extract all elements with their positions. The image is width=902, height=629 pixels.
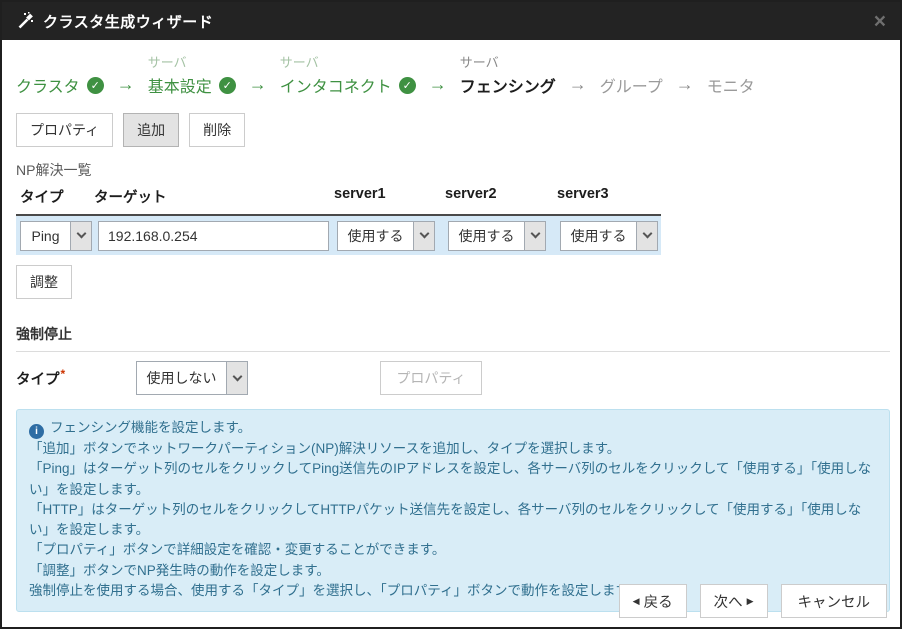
info-line: 「プロパティ」ボタンで詳細設定を確認・変更することができます。 bbox=[29, 540, 877, 560]
arrow-right-icon: → bbox=[249, 73, 267, 97]
step-sublabel: サーバ bbox=[460, 52, 556, 73]
dialog-footer: ◀ 戻る 次へ ▶ キャンセル bbox=[619, 584, 887, 618]
wizard-step-interconnect[interactable]: サーバ インタコネクト ✓ bbox=[280, 52, 416, 97]
right-triangle-icon: ▶ bbox=[747, 597, 754, 606]
col-header-server1: server1 bbox=[334, 186, 445, 207]
check-circle-icon: ✓ bbox=[399, 77, 416, 94]
np-server2-value: 使用する bbox=[449, 222, 524, 250]
np-type-select[interactable]: Ping bbox=[20, 221, 92, 251]
property-button[interactable]: プロパティ bbox=[16, 113, 113, 147]
wand-icon bbox=[16, 12, 34, 30]
np-server3-select[interactable]: 使用する bbox=[560, 221, 658, 251]
check-circle-icon: ✓ bbox=[219, 77, 236, 94]
dialog-title: クラスタ生成ウィザード bbox=[43, 11, 213, 32]
close-icon[interactable]: × bbox=[874, 11, 886, 32]
wizard-step-basic-settings[interactable]: サーバ 基本設定 ✓ bbox=[148, 52, 236, 97]
np-server3-value: 使用する bbox=[561, 222, 636, 250]
tune-button[interactable]: 調整 bbox=[16, 265, 72, 299]
wizard-step-group[interactable]: グループ bbox=[600, 52, 663, 97]
step-sublabel bbox=[707, 52, 755, 73]
wizard-step-monitor[interactable]: モニタ bbox=[707, 52, 755, 97]
step-label: インタコネクト bbox=[280, 73, 392, 97]
forced-stop-type-value: 使用しない bbox=[137, 362, 226, 394]
step-sublabel: サーバ bbox=[280, 52, 416, 73]
forced-stop-type-label: タイプ* bbox=[16, 367, 136, 389]
step-label: グループ bbox=[600, 73, 663, 97]
forced-stop-property-button[interactable]: プロパティ bbox=[380, 361, 482, 395]
col-header-server3: server3 bbox=[557, 186, 655, 207]
tune-row: 調整 bbox=[16, 265, 886, 299]
cluster-wizard-dialog: クラスタ生成ウィザード × クラスタ ✓ → サーバ 基本設定 ✓ → bbox=[0, 0, 902, 629]
step-label: 基本設定 bbox=[148, 73, 212, 97]
step-sublabel bbox=[600, 52, 663, 73]
np-type-value: Ping bbox=[21, 222, 70, 250]
back-button[interactable]: ◀ 戻る bbox=[619, 584, 687, 618]
arrow-right-icon: → bbox=[676, 73, 694, 97]
info-line: 「調整」ボタンでNP発生時の動作を設定します。 bbox=[29, 561, 877, 581]
add-button[interactable]: 追加 bbox=[123, 113, 179, 147]
step-label: フェンシング bbox=[460, 73, 556, 97]
info-line: i フェンシング機能を設定します。 bbox=[29, 418, 877, 439]
np-table-header-row: タイプ ターゲット server1 server2 server3 bbox=[16, 186, 661, 216]
next-label: 次へ bbox=[714, 591, 743, 612]
chevron-down-icon bbox=[70, 222, 91, 250]
step-sublabel: サーバ bbox=[148, 52, 236, 73]
type-label-text: タイプ bbox=[16, 372, 60, 388]
np-target-input[interactable] bbox=[98, 221, 329, 251]
np-list-caption: NP解決一覧 bbox=[16, 160, 886, 180]
chevron-down-icon bbox=[413, 222, 434, 250]
col-header-target: ターゲット bbox=[94, 186, 334, 207]
wizard-step-fencing[interactable]: サーバ フェンシング bbox=[460, 52, 556, 97]
back-label: 戻る bbox=[644, 591, 673, 612]
forced-stop-type-select[interactable]: 使用しない bbox=[136, 361, 248, 395]
np-server1-select[interactable]: 使用する bbox=[337, 221, 435, 251]
next-button[interactable]: 次へ ▶ bbox=[700, 584, 768, 618]
col-header-server2: server2 bbox=[445, 186, 557, 207]
remove-button[interactable]: 削除 bbox=[189, 113, 245, 147]
np-toolbar: プロパティ 追加 削除 bbox=[16, 113, 886, 147]
cancel-label: キャンセル bbox=[798, 591, 871, 612]
arrow-right-icon: → bbox=[429, 73, 447, 97]
arrow-right-icon: → bbox=[569, 73, 587, 97]
info-line: 「追加」ボタンでネットワークパーティション(NP)解決リソースを追加し、タイプを… bbox=[29, 439, 877, 459]
forced-stop-section: 強制停止 タイプ* 使用しない プロパティ bbox=[16, 324, 886, 395]
np-server1-value: 使用する bbox=[338, 222, 413, 250]
step-label: クラスタ bbox=[16, 73, 80, 97]
dialog-titlebar: クラスタ生成ウィザード × bbox=[2, 2, 900, 40]
info-text: フェンシング機能を設定します。 bbox=[50, 420, 251, 435]
arrow-right-icon: → bbox=[117, 73, 135, 97]
info-panel: i フェンシング機能を設定します。 「追加」ボタンでネットワークパーティション(N… bbox=[16, 409, 890, 612]
col-header-type: タイプ bbox=[16, 186, 94, 207]
cancel-button[interactable]: キャンセル bbox=[781, 584, 888, 618]
left-triangle-icon: ◀ bbox=[633, 597, 640, 606]
np-table-row: Ping 使用する 使用する 使用する bbox=[16, 216, 661, 255]
wizard-steps: クラスタ ✓ → サーバ 基本設定 ✓ → サーバ インタコネクト ✓ bbox=[16, 52, 886, 97]
info-icon: i bbox=[29, 424, 44, 439]
section-divider bbox=[16, 351, 890, 352]
info-line: 「Ping」はターゲット列のセルをクリックしてPing送信先のIPアドレスを設定… bbox=[29, 459, 877, 500]
required-mark: * bbox=[61, 367, 66, 381]
chevron-down-icon bbox=[524, 222, 545, 250]
np-server2-select[interactable]: 使用する bbox=[448, 221, 546, 251]
np-resolution-table: タイプ ターゲット server1 server2 server3 Ping 使… bbox=[16, 186, 661, 255]
step-label: モニタ bbox=[707, 73, 755, 97]
check-circle-icon: ✓ bbox=[87, 77, 104, 94]
step-sublabel bbox=[16, 52, 104, 73]
wizard-step-cluster[interactable]: クラスタ ✓ bbox=[16, 52, 104, 97]
info-line: 「HTTP」はターゲット列のセルをクリックしてHTTPパケット送信先を設定し、各… bbox=[29, 500, 877, 541]
forced-stop-type-row: タイプ* 使用しない プロパティ bbox=[16, 361, 886, 395]
chevron-down-icon bbox=[636, 222, 657, 250]
chevron-down-icon bbox=[226, 362, 247, 394]
dialog-body: クラスタ ✓ → サーバ 基本設定 ✓ → サーバ インタコネクト ✓ bbox=[2, 40, 900, 612]
forced-stop-heading: 強制停止 bbox=[16, 324, 886, 344]
